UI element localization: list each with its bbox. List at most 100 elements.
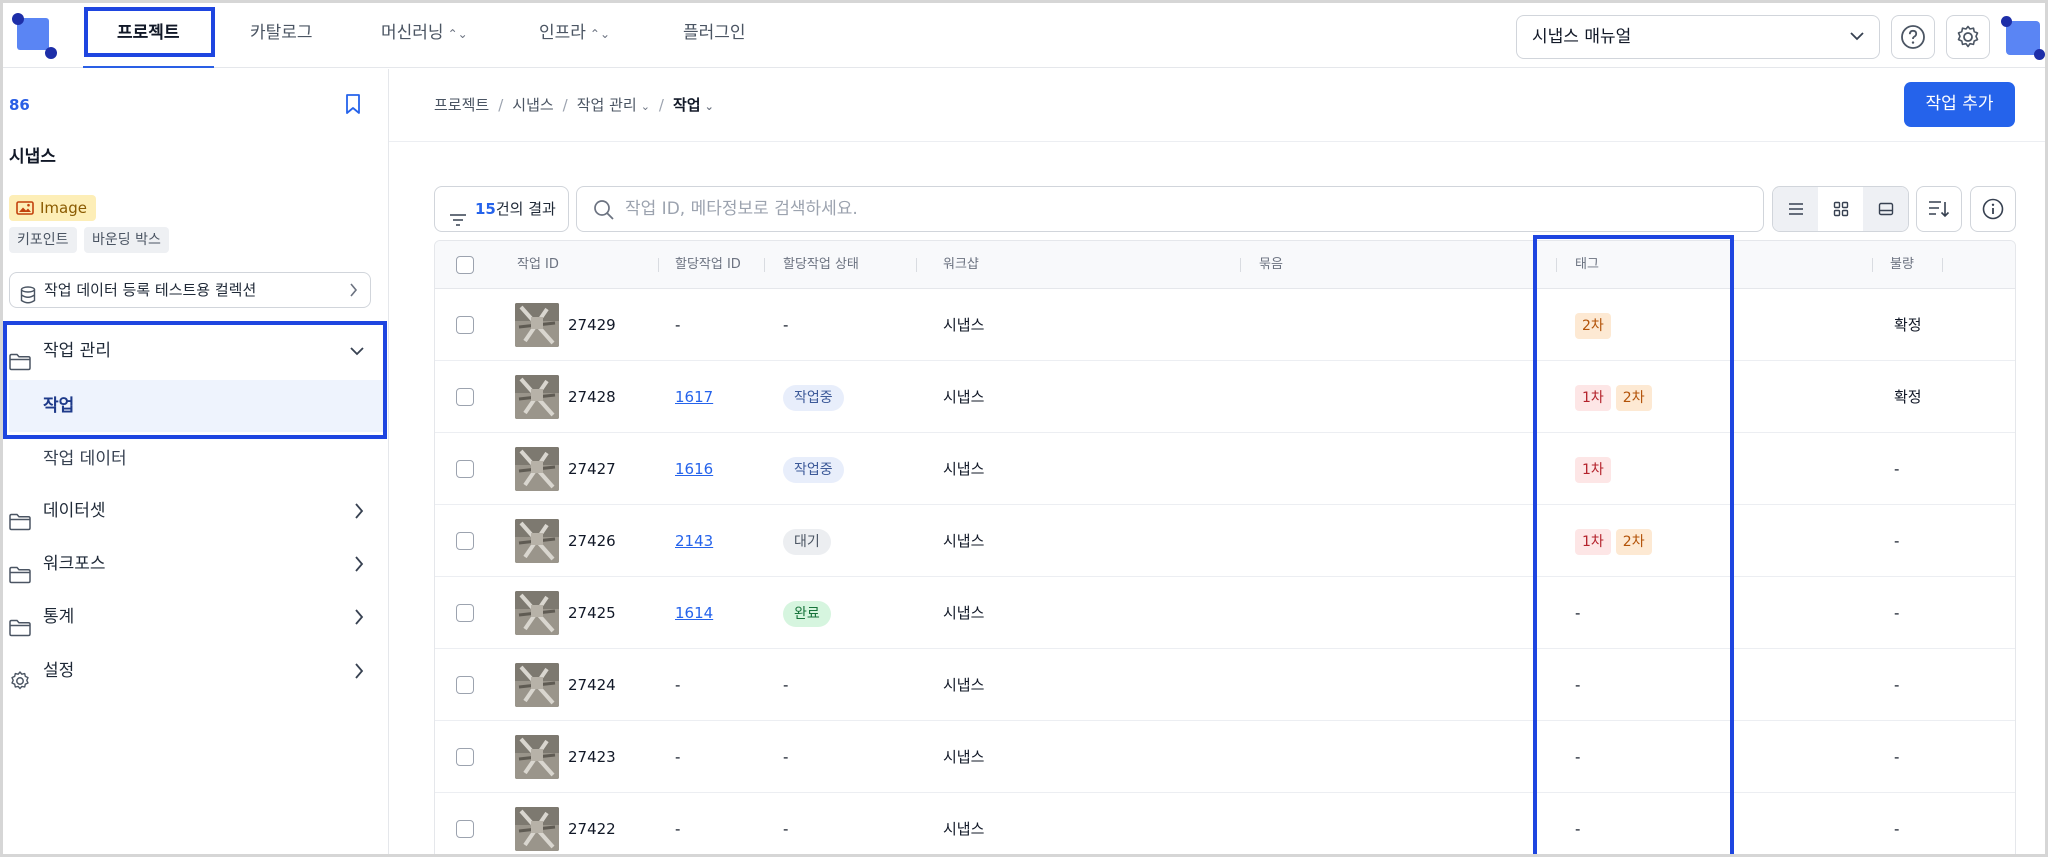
sidebar-item-workforce[interactable]: 워크포스: [9, 540, 379, 588]
task-thumbnail[interactable]: [515, 591, 559, 635]
sidebar-item-work[interactable]: 작업: [9, 380, 383, 432]
task-thumbnail[interactable]: [515, 303, 559, 347]
info-button[interactable]: [1970, 186, 2016, 232]
help-button[interactable]: [1891, 15, 1935, 59]
breadcrumb-item[interactable]: 시냅스: [512, 96, 553, 114]
task-thumbnail[interactable]: [515, 663, 559, 707]
row-checkbox[interactable]: [456, 316, 474, 334]
task-id-cell: 27424: [568, 676, 616, 694]
column-header-defect[interactable]: 불량: [1890, 241, 1914, 289]
add-task-button[interactable]: 작업 추가: [1904, 82, 2015, 127]
row-checkbox[interactable]: [456, 748, 474, 766]
task-thumbnail[interactable]: [515, 735, 559, 779]
settings-button[interactable]: [1946, 15, 1990, 59]
workshop-cell: 시냅스: [943, 820, 985, 838]
sidebar-item-work-management[interactable]: 작업 관리: [9, 327, 379, 375]
list-icon: [1788, 203, 1803, 215]
list-view-button[interactable]: [1773, 187, 1818, 231]
column-header-workshop[interactable]: 워크샵: [943, 241, 979, 289]
table-row[interactable]: 27423 - - 시냅스 - -: [435, 721, 2015, 793]
tag-cell: -: [1575, 721, 1580, 793]
sidebar-item-dataset[interactable]: 데이터셋: [9, 487, 379, 535]
assign-id-cell: 1617: [675, 361, 713, 433]
grid-view-button[interactable]: [1818, 187, 1863, 231]
tag-badge: 1차: [1575, 385, 1611, 411]
row-checkbox[interactable]: [456, 676, 474, 694]
panel-view-button[interactable]: [1863, 187, 1908, 231]
workshop-cell: 시냅스: [943, 604, 985, 622]
status-cell: 작업중: [783, 433, 844, 505]
logo-icon[interactable]: [12, 13, 57, 59]
bookmark-icon[interactable]: [343, 93, 363, 119]
row-checkbox[interactable]: [456, 604, 474, 622]
assign-id-link[interactable]: 1614: [675, 604, 713, 622]
sort-button[interactable]: [1916, 186, 1962, 232]
tag-cell: -: [1575, 577, 1580, 649]
assign-id-link[interactable]: 1617: [675, 388, 713, 406]
chevron-down-icon: [1849, 16, 1865, 74]
table-row[interactable]: 27425 1614 완료 시냅스 - -: [435, 577, 2015, 649]
row-checkbox[interactable]: [456, 820, 474, 838]
select-all-checkbox[interactable]: [456, 256, 474, 274]
table-row[interactable]: 27426 2143 대기 시냅스 1차 2차 -: [435, 505, 2015, 577]
task-thumbnail[interactable]: [515, 519, 559, 563]
nav-tab-project[interactable]: 프로젝트: [117, 3, 180, 67]
tag-cell: 1차 2차: [1575, 361, 1657, 433]
status-cell: -: [783, 820, 789, 838]
updown-chevron-icon: ⌃⌄: [589, 27, 611, 41]
settings-icon: [1957, 25, 1979, 48]
search-input[interactable]: [625, 187, 1745, 231]
row-checkbox[interactable]: [456, 532, 474, 550]
sidebar-item-work-data[interactable]: 작업 데이터: [9, 433, 383, 485]
breadcrumb-item[interactable]: 프로젝트: [434, 96, 489, 114]
task-thumbnail[interactable]: [515, 447, 559, 491]
task-thumbnail[interactable]: [515, 375, 559, 419]
info-icon: [1982, 198, 2004, 220]
nav-tab-infra[interactable]: 인프라 ⌃⌄: [539, 3, 610, 67]
task-id-cell: 27422: [568, 820, 616, 838]
task-id-cell: 27423: [568, 748, 616, 766]
column-header-bundle[interactable]: 묶음: [1259, 241, 1283, 289]
column-header-assign-id[interactable]: 할당작업 ID: [675, 241, 741, 289]
task-id-cell: 27426: [568, 532, 616, 550]
manual-select[interactable]: 시냅스 매뉴얼: [1516, 15, 1880, 59]
breadcrumb-current[interactable]: 작업 ⌄: [673, 96, 714, 114]
task-thumbnail[interactable]: [515, 807, 559, 851]
defect-cell: 확정: [1894, 316, 1922, 334]
sidebar-item-settings[interactable]: 설정: [9, 647, 379, 695]
status-badge: 작업중: [783, 457, 844, 483]
table-row[interactable]: 27427 1616 작업중 시냅스 1차 -: [435, 433, 2015, 505]
workshop-cell: 시냅스: [943, 388, 985, 406]
column-header-tag[interactable]: 태그: [1575, 241, 1599, 289]
row-checkbox[interactable]: [456, 388, 474, 406]
nav-tab-machine-learning[interactable]: 머신러닝 ⌃⌄: [381, 3, 468, 67]
table-row[interactable]: 27422 - - 시냅스 - -: [435, 793, 2015, 854]
search-box: [576, 186, 1764, 232]
annotation-chip: 바운딩 박스: [84, 227, 169, 253]
status-cell: 대기: [783, 505, 831, 577]
gear-icon: [9, 662, 31, 710]
table-row[interactable]: 27429 - - 시냅스 2차 확정: [435, 289, 2015, 361]
avatar[interactable]: [2001, 16, 2045, 60]
sidebar-item-stats[interactable]: 통계: [9, 593, 379, 641]
assign-id-link[interactable]: 1616: [675, 460, 713, 478]
task-id-cell: 27429: [568, 316, 616, 334]
panel-icon: [1878, 202, 1893, 216]
chevron-right-icon: [348, 273, 358, 319]
column-header-task-id[interactable]: 작업 ID: [517, 241, 559, 289]
tag-cell: 1차 2차: [1575, 505, 1657, 577]
filter-result-button[interactable]: 15건의 결과: [434, 186, 569, 232]
column-header-assign-status[interactable]: 할당작업 상태: [783, 241, 859, 289]
collection-link[interactable]: 작업 데이터 등록 테스트용 컬렉션: [9, 272, 371, 308]
breadcrumb-item[interactable]: 작업 관리 ⌄: [577, 96, 650, 114]
nav-tab-catalog[interactable]: 카탈로그: [250, 3, 313, 67]
assign-id-link[interactable]: 2143: [675, 532, 713, 550]
nav-tab-plugin[interactable]: 플러그인: [683, 3, 746, 67]
row-checkbox[interactable]: [456, 460, 474, 478]
header-divider: [389, 141, 2045, 142]
task-id-cell: 27428: [568, 388, 616, 406]
table-row[interactable]: 27424 - - 시냅스 - -: [435, 649, 2015, 721]
table-row[interactable]: 27428 1617 작업중 시냅스 1차 2차 확정: [435, 361, 2015, 433]
status-cell: 작업중: [783, 361, 844, 433]
tag-cell: 1차: [1575, 433, 1616, 505]
